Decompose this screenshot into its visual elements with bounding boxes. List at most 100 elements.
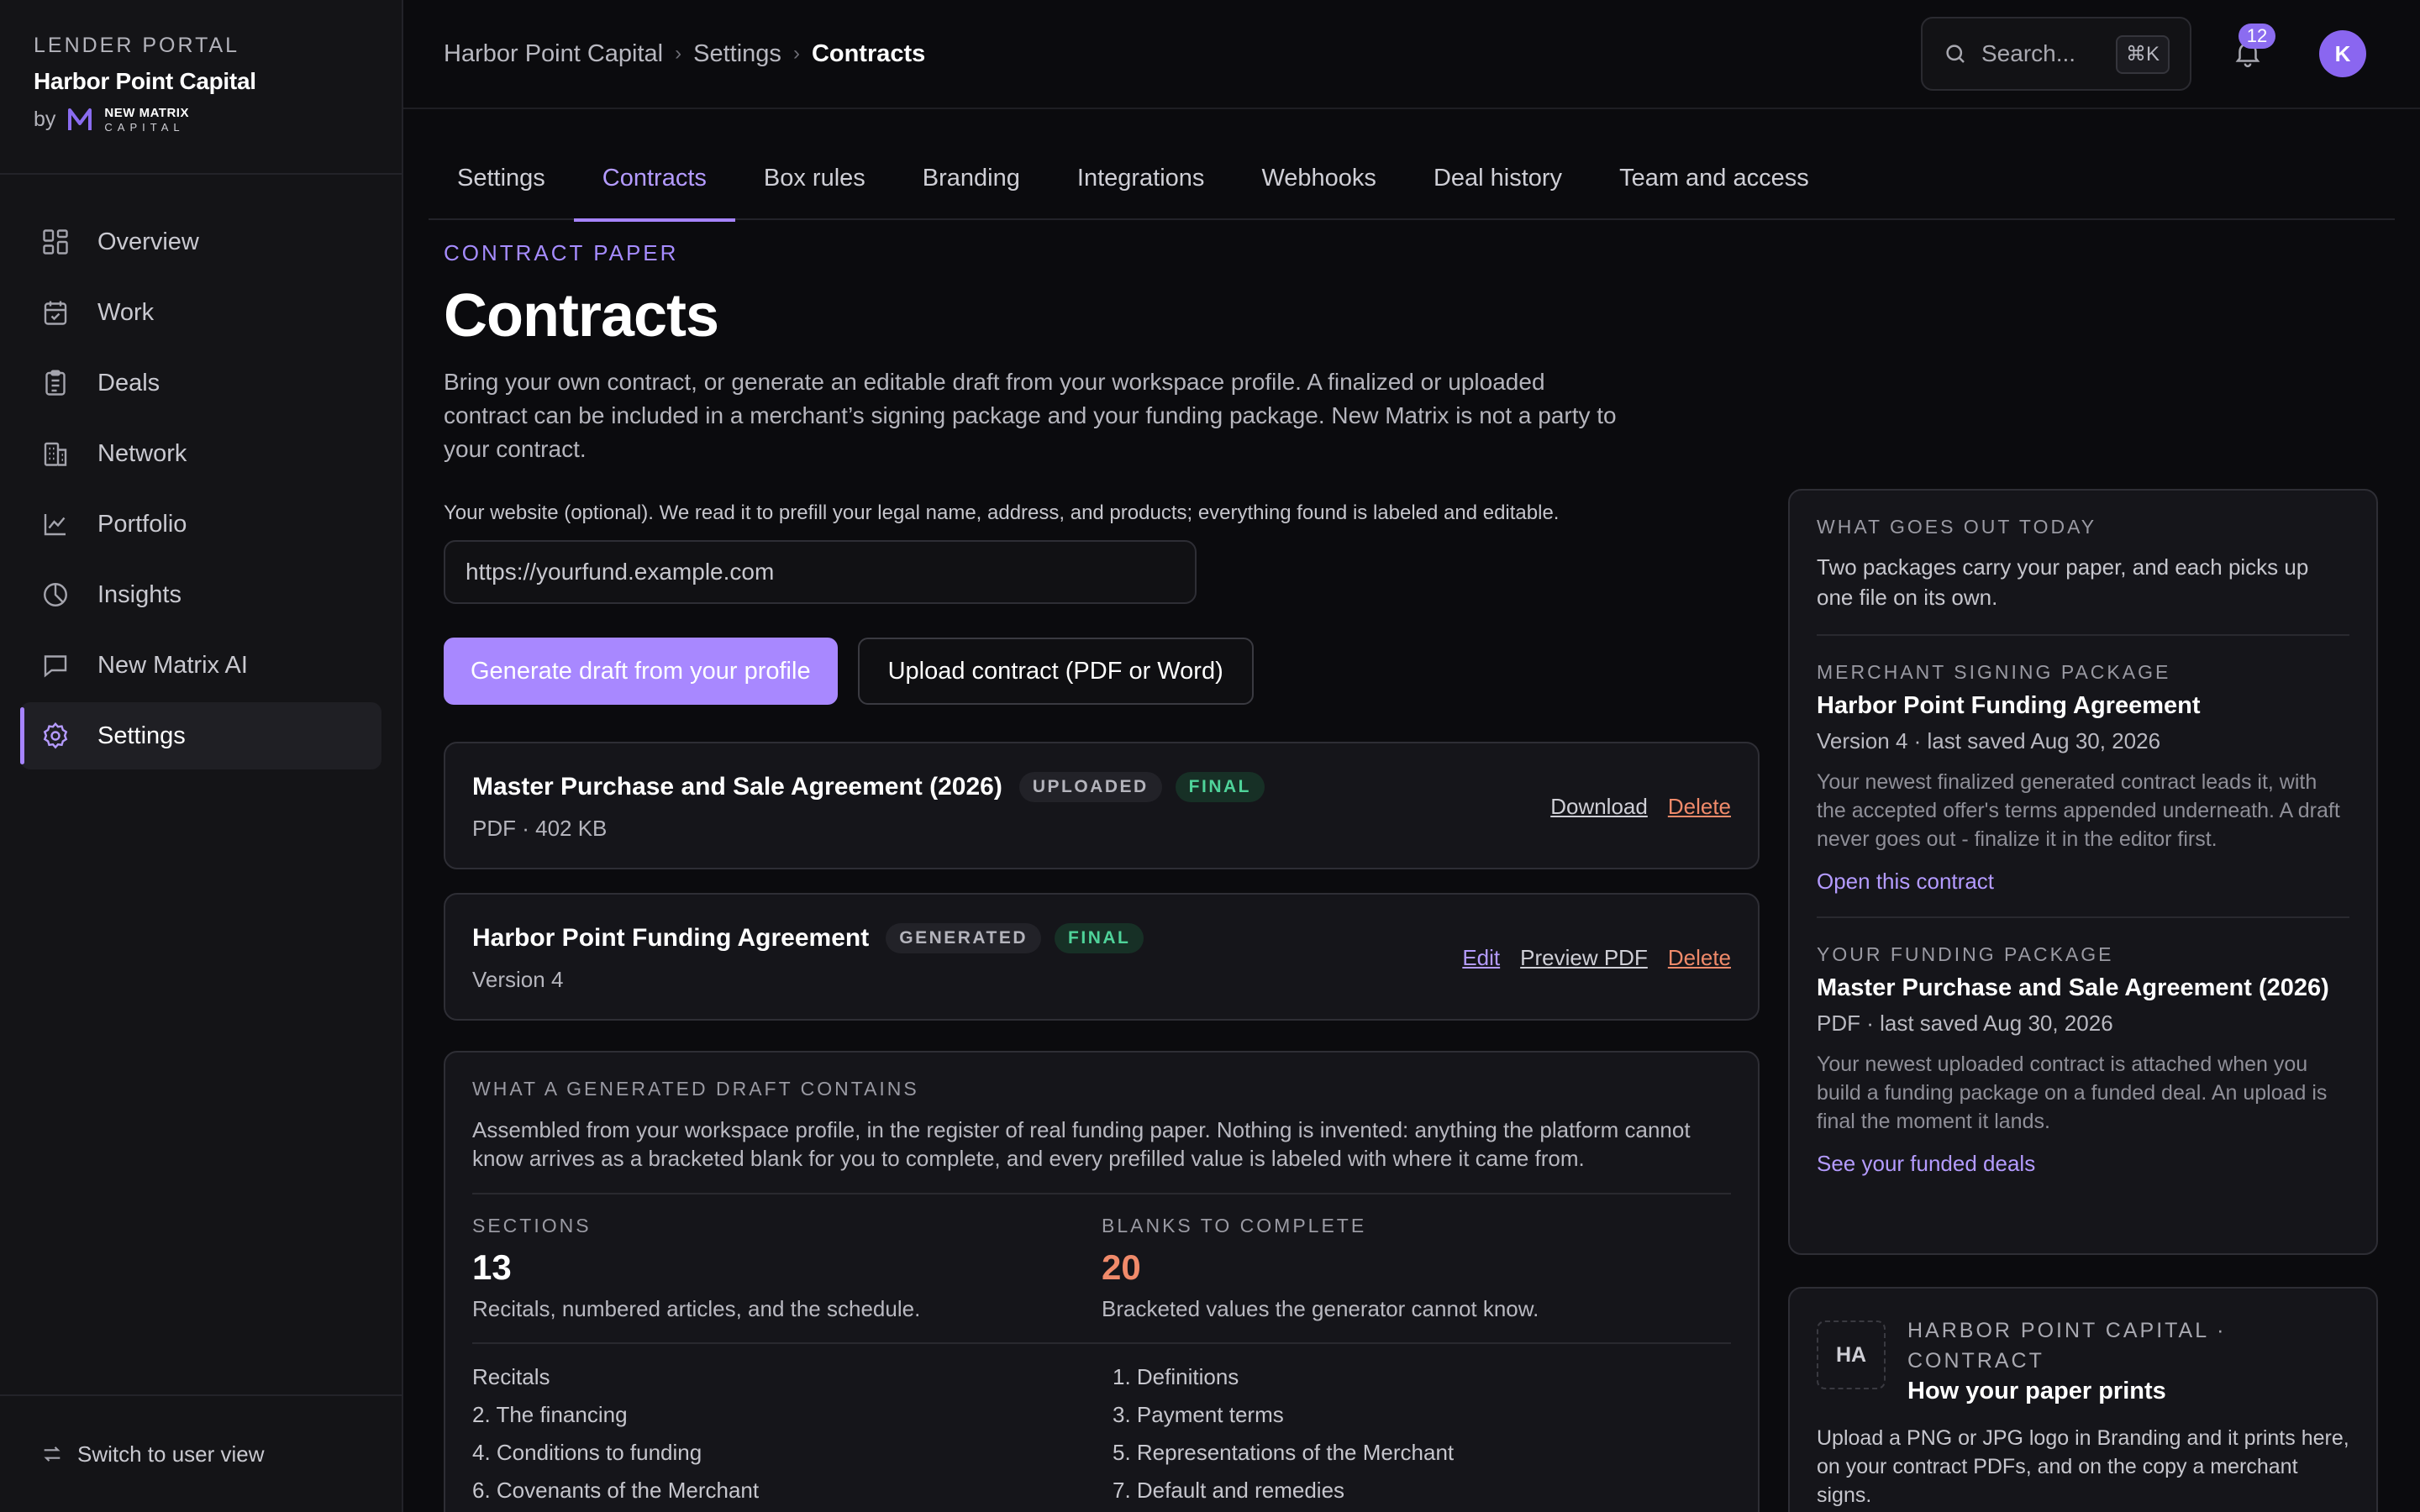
- sections-sub: Recitals, numbered articles, and the sch…: [472, 1296, 921, 1321]
- sidebar-item-label: Work: [97, 298, 155, 326]
- calendar-check-icon: [40, 297, 71, 328]
- tab-contracts[interactable]: Contracts: [573, 143, 736, 222]
- blanks-label: BLANKS TO COMPLETE: [1102, 1215, 1367, 1236]
- list-item: 7. Default and remedies: [1113, 1478, 1345, 1503]
- source-badge: GENERATED: [886, 923, 1042, 953]
- list-item: 5. Representations of the Merchant: [1113, 1440, 1455, 1465]
- merchant-package-title: Harbor Point Funding Agreement: [1817, 692, 2201, 719]
- sections-label: SECTIONS: [472, 1215, 592, 1236]
- tab-deal-history[interactable]: Deal history: [1405, 143, 1591, 220]
- draft-contents-card: WHAT A GENERATED DRAFT CONTAINS Assemble…: [444, 1051, 1760, 1512]
- tab-box-rules[interactable]: Box rules: [735, 143, 894, 220]
- tab-webhooks[interactable]: Webhooks: [1233, 143, 1405, 220]
- list-item: 1. Definitions: [1113, 1364, 1239, 1389]
- sidebar-item-deals[interactable]: Deals: [20, 349, 381, 417]
- contract-title: Harbor Point Funding Agreement: [472, 924, 870, 952]
- delete-link[interactable]: Delete: [1668, 794, 1731, 820]
- partner-wordmark-bottom: CAPITAL: [104, 121, 185, 134]
- status-badge: FINAL: [1175, 772, 1265, 802]
- chevron-right-icon: ›: [675, 42, 682, 65]
- building-icon: [40, 438, 71, 469]
- funded-deals-link[interactable]: See your funded deals: [1817, 1151, 2349, 1177]
- delete-link[interactable]: Delete: [1668, 945, 1731, 971]
- funding-package-meta: PDF · last saved Aug 30, 2026: [1817, 1011, 2113, 1036]
- sidebar-item-overview[interactable]: Overview: [20, 208, 381, 276]
- merchant-package-meta: Version 4 · last saved Aug 30, 2026: [1817, 728, 2161, 753]
- search-box[interactable]: Search... ⌘K: [1921, 17, 2191, 91]
- divider: [1817, 916, 2349, 918]
- portal-kicker: LENDER PORTAL: [34, 34, 240, 57]
- draft-kicker: WHAT A GENERATED DRAFT CONTAINS: [472, 1078, 919, 1100]
- outgoing-packages-card: WHAT GOES OUT TODAY Two packages carry y…: [1788, 489, 2378, 1255]
- page-title: Contracts: [444, 282, 719, 349]
- chat-icon: [40, 650, 71, 680]
- breadcrumb-item-settings[interactable]: Settings: [693, 40, 781, 68]
- switch-to-user-view[interactable]: Switch to user view: [0, 1394, 402, 1512]
- brand-card-heading: HARBOR POINT CAPITAL · CONTRACT How your…: [1907, 1315, 2349, 1405]
- breadcrumb-item-company[interactable]: Harbor Point Capital: [444, 40, 663, 68]
- upload-contract-button[interactable]: Upload contract (PDF or Word): [857, 638, 1254, 705]
- draft-stats: SECTIONS 13 Recitals, numbered articles,…: [472, 1215, 1731, 1322]
- avatar[interactable]: K: [2319, 30, 2366, 77]
- sidebar-item-insights[interactable]: Insights: [20, 561, 381, 628]
- breadcrumb: Harbor Point Capital › Settings › Contra…: [444, 40, 925, 68]
- sidebar-item-label: Insights: [97, 580, 182, 608]
- generate-draft-button[interactable]: Generate draft from your profile: [444, 638, 838, 705]
- partner-wordmark-top: NEW MATRIX: [104, 106, 189, 120]
- funding-package-body: Your newest uploaded contract is attache…: [1817, 1053, 2328, 1133]
- sidebar-item-label: Overview: [97, 228, 199, 255]
- sections-value: 13: [472, 1247, 512, 1287]
- tab-branding[interactable]: Branding: [894, 143, 1049, 220]
- company-name: Harbor Point Capital: [34, 68, 256, 94]
- open-contract-link[interactable]: Open this contract: [1817, 869, 2349, 895]
- contract-card-uploaded: Master Purchase and Sale Agreement (2026…: [444, 742, 1760, 869]
- list-item: Recitals: [472, 1364, 550, 1389]
- website-field-label: Your website (optional). We read it to p…: [444, 501, 1560, 524]
- search-icon: [1943, 41, 1968, 66]
- search-placeholder: Search...: [1981, 40, 2076, 66]
- merchant-package-kicker: MERCHANT SIGNING PACKAGE: [1817, 661, 2171, 683]
- brand-card-header: HA HARBOR POINT CAPITAL · CONTRACT How y…: [1817, 1315, 2349, 1405]
- pie-chart-icon: [40, 580, 71, 610]
- preview-pdf-link[interactable]: Preview PDF: [1520, 945, 1648, 971]
- grid-icon: [40, 227, 71, 257]
- list-item: 2. The financing: [472, 1402, 628, 1427]
- sidebar-item-work[interactable]: Work: [20, 279, 381, 346]
- divider: [1817, 634, 2349, 636]
- list-item: 3. Payment terms: [1113, 1402, 1284, 1427]
- partner-line: by NEW MATRIX CAPITAL: [34, 107, 368, 133]
- draft-description: Assembled from your workspace profile, i…: [472, 1117, 1691, 1171]
- sidebar-item-label: Deals: [97, 369, 160, 396]
- new-matrix-logo-icon: [67, 108, 92, 133]
- tab-team-and-access[interactable]: Team and access: [1591, 143, 1838, 220]
- contract-row-actions: Edit Preview PDF Delete: [1442, 945, 1731, 971]
- list-item: 4. Conditions to funding: [472, 1440, 702, 1465]
- sidebar-item-settings[interactable]: Settings: [20, 702, 381, 769]
- edit-link[interactable]: Edit: [1462, 945, 1500, 971]
- blanks-stat: BLANKS TO COMPLETE 20 Bracketed values t…: [1102, 1215, 1731, 1322]
- sidebar-item-new-matrix-ai[interactable]: New Matrix AI: [20, 632, 381, 699]
- tab-integrations[interactable]: Integrations: [1049, 143, 1234, 220]
- source-badge: UPLOADED: [1018, 772, 1162, 802]
- page-kicker: CONTRACT PAPER: [444, 240, 679, 265]
- divider: [472, 1342, 1731, 1344]
- search-shortcut: ⌘K: [2115, 35, 2170, 74]
- sidebar-item-portfolio[interactable]: Portfolio: [20, 491, 381, 558]
- list-item: 6. Covenants of the Merchant: [472, 1478, 760, 1503]
- contract-row-actions: Download Delete: [1530, 794, 1731, 820]
- rail-description: Two packages carry your paper, and each …: [1817, 554, 2309, 610]
- sidebar-item-network[interactable]: Network: [20, 420, 381, 487]
- sidebar-item-label: Network: [97, 439, 187, 467]
- settings-tabs: Settings Contracts Box rules Branding In…: [429, 143, 2395, 222]
- blanks-value: 20: [1102, 1247, 1141, 1287]
- tab-settings[interactable]: Settings: [429, 143, 574, 220]
- download-link[interactable]: Download: [1550, 794, 1648, 820]
- status-badge: FINAL: [1055, 923, 1144, 953]
- brand-card-body: Upload a PNG or JPG logo in Branding and…: [1817, 1426, 2349, 1507]
- breadcrumb-item-current: Contracts: [811, 39, 926, 67]
- website-input[interactable]: [444, 540, 1197, 604]
- paper-branding-card: HA HARBOR POINT CAPITAL · CONTRACT How y…: [1788, 1287, 2378, 1512]
- gear-icon: [40, 721, 71, 751]
- contract-card-generated: Harbor Point Funding Agreement GENERATED…: [444, 893, 1760, 1021]
- rail-kicker: WHAT GOES OUT TODAY: [1817, 516, 2097, 538]
